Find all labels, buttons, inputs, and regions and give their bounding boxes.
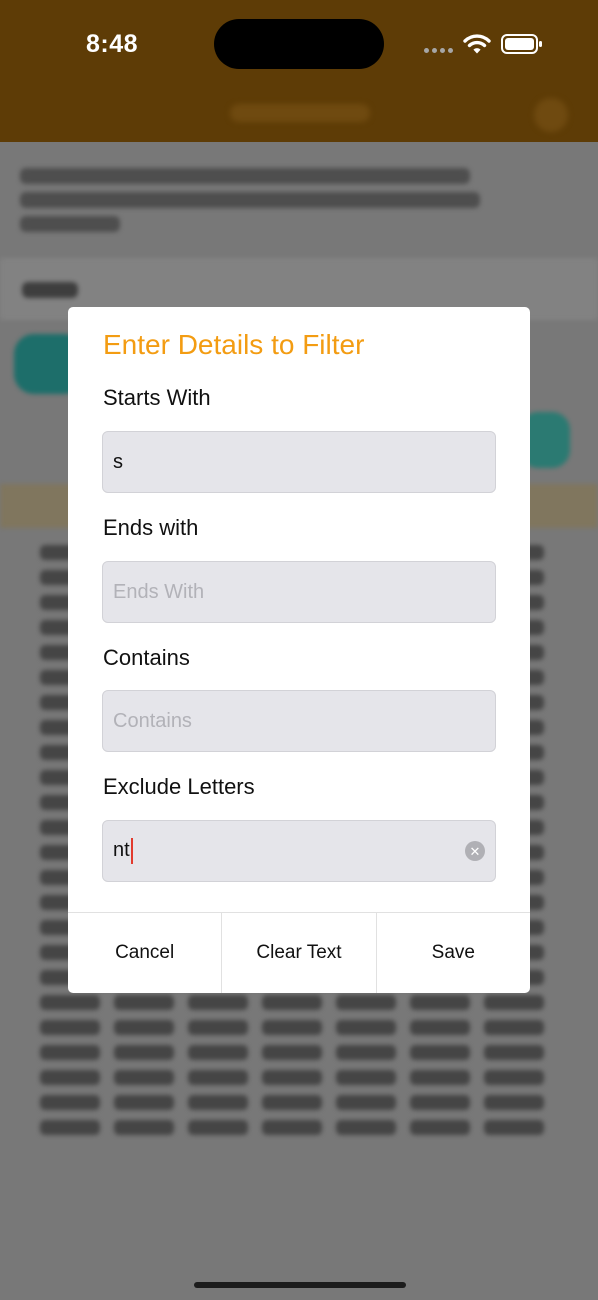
blurred-word bbox=[484, 1095, 544, 1110]
blurred-word bbox=[410, 1095, 470, 1110]
dialog-title: Enter Details to Filter bbox=[103, 329, 365, 360]
clear-text-button[interactable]: Clear Text bbox=[221, 913, 375, 993]
blurred-word-row bbox=[40, 1020, 560, 1035]
signal-dots-icon bbox=[424, 48, 453, 53]
cancel-button[interactable]: Cancel bbox=[68, 913, 221, 993]
contains-input[interactable] bbox=[103, 691, 495, 751]
blurred-word bbox=[410, 1070, 470, 1085]
blurred-word bbox=[114, 995, 174, 1010]
dialog-actions: Cancel Clear Text Save bbox=[68, 912, 530, 993]
app-header-title-blurred bbox=[230, 104, 370, 122]
blurred-word bbox=[336, 1120, 396, 1135]
status-bar: 8:48 bbox=[0, 0, 598, 90]
blurred-word bbox=[188, 1120, 248, 1135]
starts-with-label: Starts With bbox=[103, 385, 211, 410]
status-time: 8:48 bbox=[86, 30, 139, 58]
starts-with-field[interactable] bbox=[102, 431, 496, 493]
starts-with-input[interactable] bbox=[103, 432, 495, 492]
blurred-word bbox=[410, 1120, 470, 1135]
blurred-word bbox=[262, 1045, 322, 1060]
blurred-word bbox=[114, 1045, 174, 1060]
blurred-word-row bbox=[40, 1095, 560, 1110]
wifi-icon bbox=[463, 34, 491, 54]
blurred-word bbox=[336, 1095, 396, 1110]
dynamic-island bbox=[214, 19, 384, 69]
blurred-word bbox=[336, 1020, 396, 1035]
blurred-word bbox=[40, 995, 100, 1010]
blurred-word bbox=[410, 995, 470, 1010]
contains-label: Contains bbox=[103, 645, 190, 670]
blurred-word bbox=[262, 1120, 322, 1135]
blurred-word-row bbox=[40, 995, 560, 1010]
blurred-word bbox=[188, 995, 248, 1010]
ends-with-input[interactable] bbox=[103, 562, 495, 622]
blurred-word bbox=[484, 995, 544, 1010]
home-indicator bbox=[194, 1282, 406, 1288]
blurred-word-row bbox=[40, 1045, 560, 1060]
clear-text-icon[interactable]: ✕ bbox=[465, 841, 485, 861]
ends-with-field[interactable] bbox=[102, 561, 496, 623]
blurred-word bbox=[262, 1070, 322, 1085]
blurred-word bbox=[336, 1045, 396, 1060]
blurred-word bbox=[188, 1045, 248, 1060]
exclude-letters-value[interactable]: nt bbox=[113, 839, 130, 862]
blurred-word bbox=[336, 1070, 396, 1085]
blurred-word bbox=[114, 1095, 174, 1110]
blurred-word bbox=[484, 1020, 544, 1035]
blurred-word bbox=[188, 1020, 248, 1035]
blurred-word bbox=[262, 1095, 322, 1110]
blurred-word bbox=[262, 1020, 322, 1035]
blurred-word bbox=[40, 1070, 100, 1085]
exclude-letters-label: Exclude Letters bbox=[103, 774, 255, 799]
blurred-word bbox=[114, 1120, 174, 1135]
ends-with-label: Ends with bbox=[103, 515, 199, 540]
blurred-word bbox=[40, 1095, 100, 1110]
blurred-word bbox=[484, 1120, 544, 1135]
blurred-word bbox=[188, 1070, 248, 1085]
blurred-word bbox=[40, 1020, 100, 1035]
text-cursor bbox=[131, 838, 133, 864]
blurred-word bbox=[114, 1020, 174, 1035]
blurred-word bbox=[40, 1045, 100, 1060]
blurred-word bbox=[410, 1020, 470, 1035]
blurred-word bbox=[484, 1045, 544, 1060]
contains-field[interactable] bbox=[102, 690, 496, 752]
blurred-word bbox=[262, 995, 322, 1010]
blurred-word bbox=[40, 1120, 100, 1135]
save-button[interactable]: Save bbox=[375, 913, 530, 993]
blurred-word bbox=[336, 995, 396, 1010]
blurred-word bbox=[484, 1070, 544, 1085]
blurred-word-row bbox=[40, 1070, 560, 1085]
battery-icon bbox=[501, 34, 542, 54]
blurred-word bbox=[114, 1070, 174, 1085]
blurred-word bbox=[410, 1045, 470, 1060]
blurred-word bbox=[188, 1095, 248, 1110]
blurred-word-row bbox=[40, 1120, 560, 1135]
filter-dialog: Enter Details to Filter Starts With Ends… bbox=[68, 307, 530, 993]
exclude-letters-field[interactable]: nt ✕ bbox=[102, 820, 496, 882]
app-header-button-blurred bbox=[534, 98, 568, 132]
